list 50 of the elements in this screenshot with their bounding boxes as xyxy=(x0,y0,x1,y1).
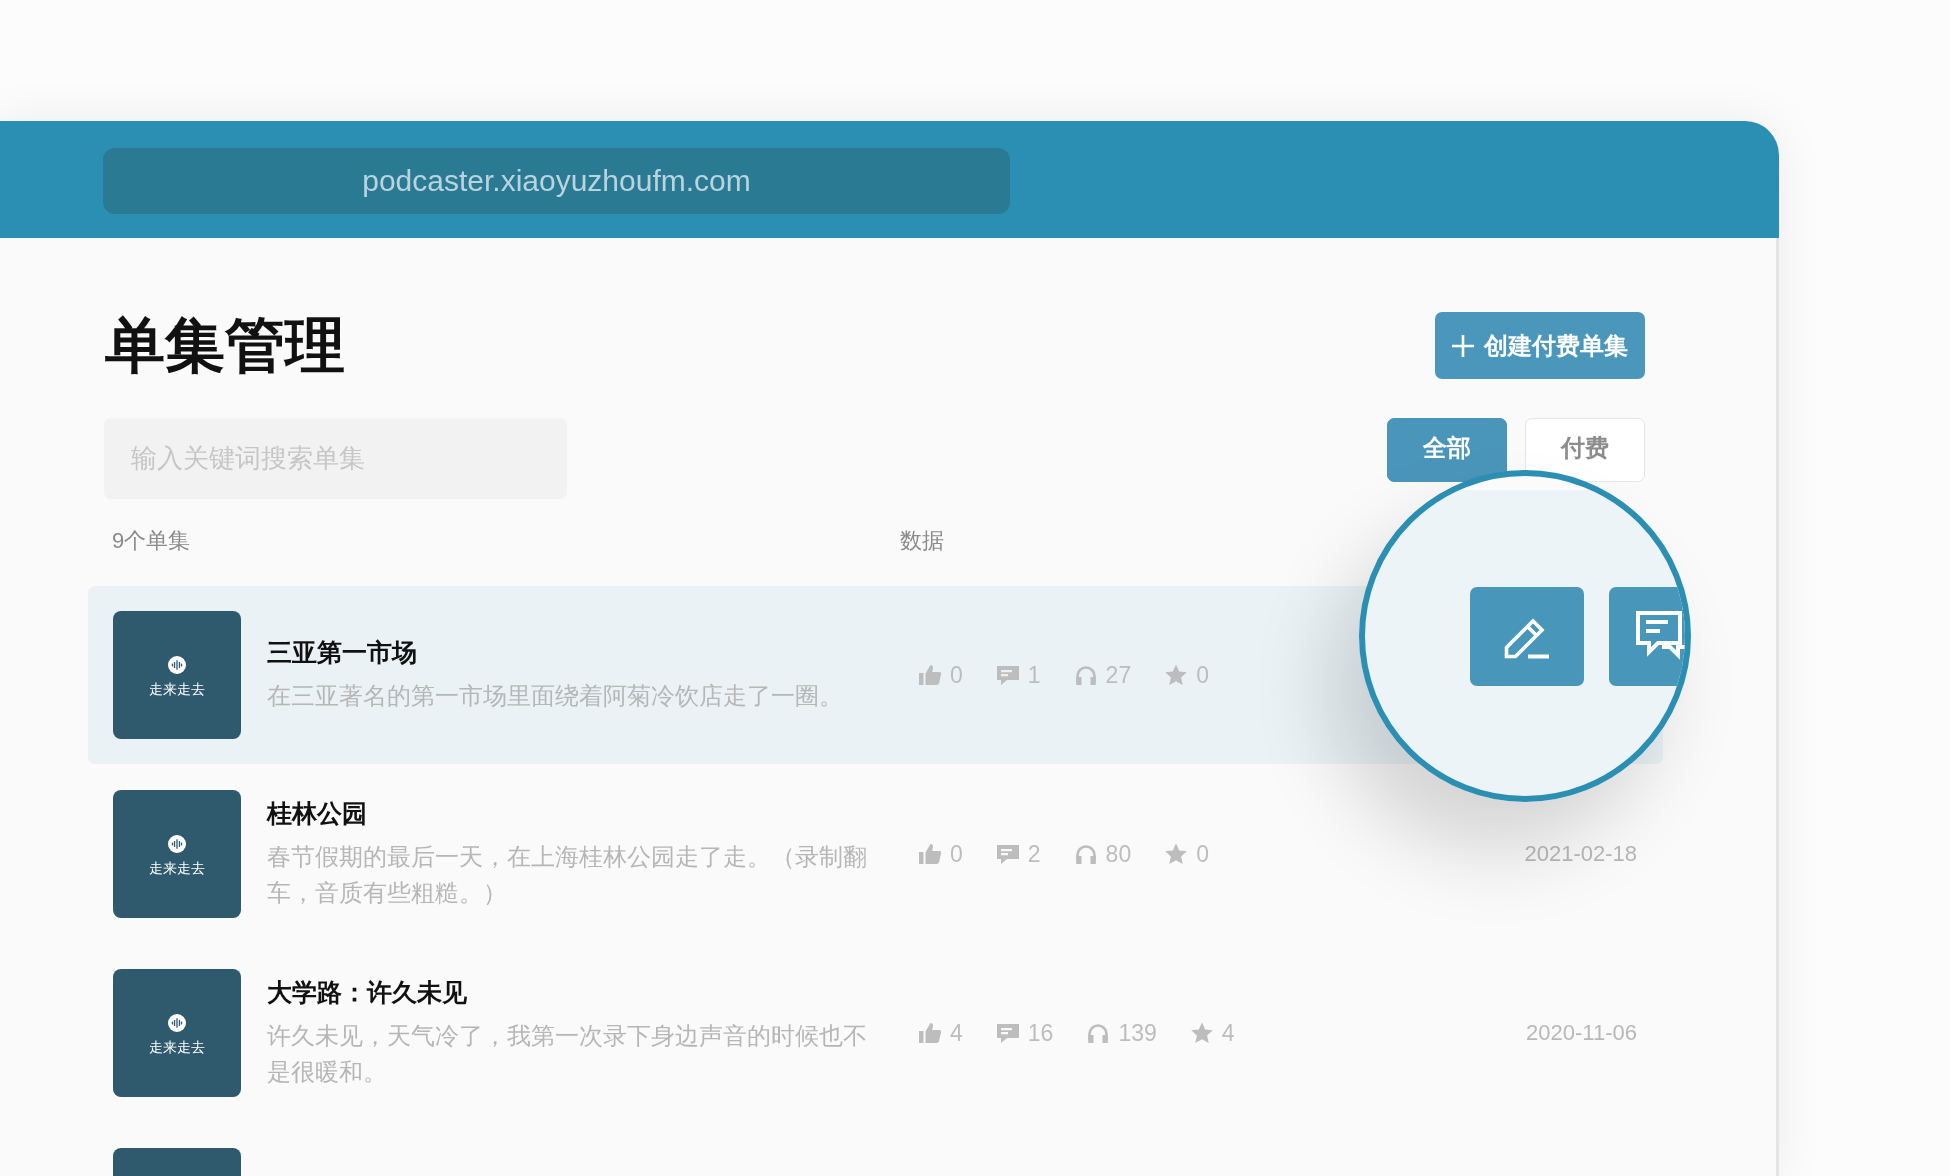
create-episode-button[interactable]: 创建付费单集 xyxy=(1435,312,1645,379)
like-count: 0 xyxy=(950,840,963,868)
edit-button[interactable] xyxy=(1470,587,1584,686)
like-count: 4 xyxy=(950,1019,963,1047)
favorite-count: 0 xyxy=(1196,661,1209,689)
comment-count: 16 xyxy=(1027,1019,1054,1047)
cover-title: 走来走去 xyxy=(149,680,205,699)
episode-title: 大学路：许久未见 xyxy=(267,977,468,1008)
comment-count: 1 xyxy=(1027,661,1041,689)
episode-count: 9个单集 xyxy=(112,527,192,555)
sound-wave-icon xyxy=(168,1014,186,1032)
episode-description: 在三亚著名的第一市场里面绕着阿菊冷饮店走了一圈。 xyxy=(267,681,844,711)
column-heading: 数据 xyxy=(900,527,944,555)
episode-description: 春节假期的最后一天，在上海桂林公园走了走。（录制翻车，音质有些粗糙。） xyxy=(267,842,868,908)
comments-button[interactable] xyxy=(1609,587,1685,686)
episode-title: 桂林公园 xyxy=(267,798,368,829)
filter-tab[interactable]: 付费 xyxy=(1525,418,1645,482)
listen-count: 27 xyxy=(1105,661,1132,689)
plus-icon xyxy=(1452,334,1474,357)
headphones-icon xyxy=(1073,663,1098,687)
headphones-icon xyxy=(1073,842,1098,866)
episode-date: 2021-02-18 xyxy=(1524,840,1637,868)
thumbs-up-icon xyxy=(918,663,942,687)
sound-wave-icon xyxy=(168,835,186,853)
episode-row[interactable]: 走来走去 桂林公园 春节假期的最后一天，在上海桂林公园走了走。（录制翻车，音质有些粗糙。） 0 2 80 0 2021-02-18 xyxy=(88,765,1663,943)
favorite-count: 4 xyxy=(1221,1019,1235,1047)
thumbs-up-icon xyxy=(918,842,942,866)
favorite-count: 0 xyxy=(1196,840,1209,868)
star-icon xyxy=(1164,663,1189,687)
comment-icon xyxy=(995,663,1020,687)
filter-tab[interactable]: 全部 xyxy=(1387,418,1507,482)
episode-row[interactable]: 走来走去 大学路：许久未见 许久未见，天气冷了，我第一次录下身边声音的时候也不是很暖和。 4 16 139 4 2020-11-06 xyxy=(88,944,1663,1122)
listen-count: 80 xyxy=(1105,840,1132,868)
episode-description: 许久未见，天气冷了，我第一次录下身边声音的时候也不是很暖和。 xyxy=(267,1021,868,1087)
cover-title: 走来走去 xyxy=(149,859,205,878)
address-bar[interactable]: podcaster.xiaoyuzhoufm.com xyxy=(103,148,1010,214)
page-title: 单集管理 xyxy=(105,312,345,379)
episode-date: 2020-11-06 xyxy=(1526,1019,1637,1047)
thumbs-up-icon xyxy=(918,1021,942,1045)
like-count: 0 xyxy=(950,661,963,689)
comment-count: 2 xyxy=(1027,840,1041,868)
comment-icon xyxy=(995,842,1020,866)
cover-title: 走来走去 xyxy=(149,1038,205,1057)
headphones-icon xyxy=(1086,1021,1111,1045)
star-icon xyxy=(1189,1021,1214,1045)
episode-title: 三亚第一市场 xyxy=(267,637,418,668)
star-icon xyxy=(1164,842,1189,866)
sound-wave-icon xyxy=(168,656,186,674)
listen-count: 139 xyxy=(1118,1019,1157,1047)
comment-icon xyxy=(995,1021,1020,1045)
